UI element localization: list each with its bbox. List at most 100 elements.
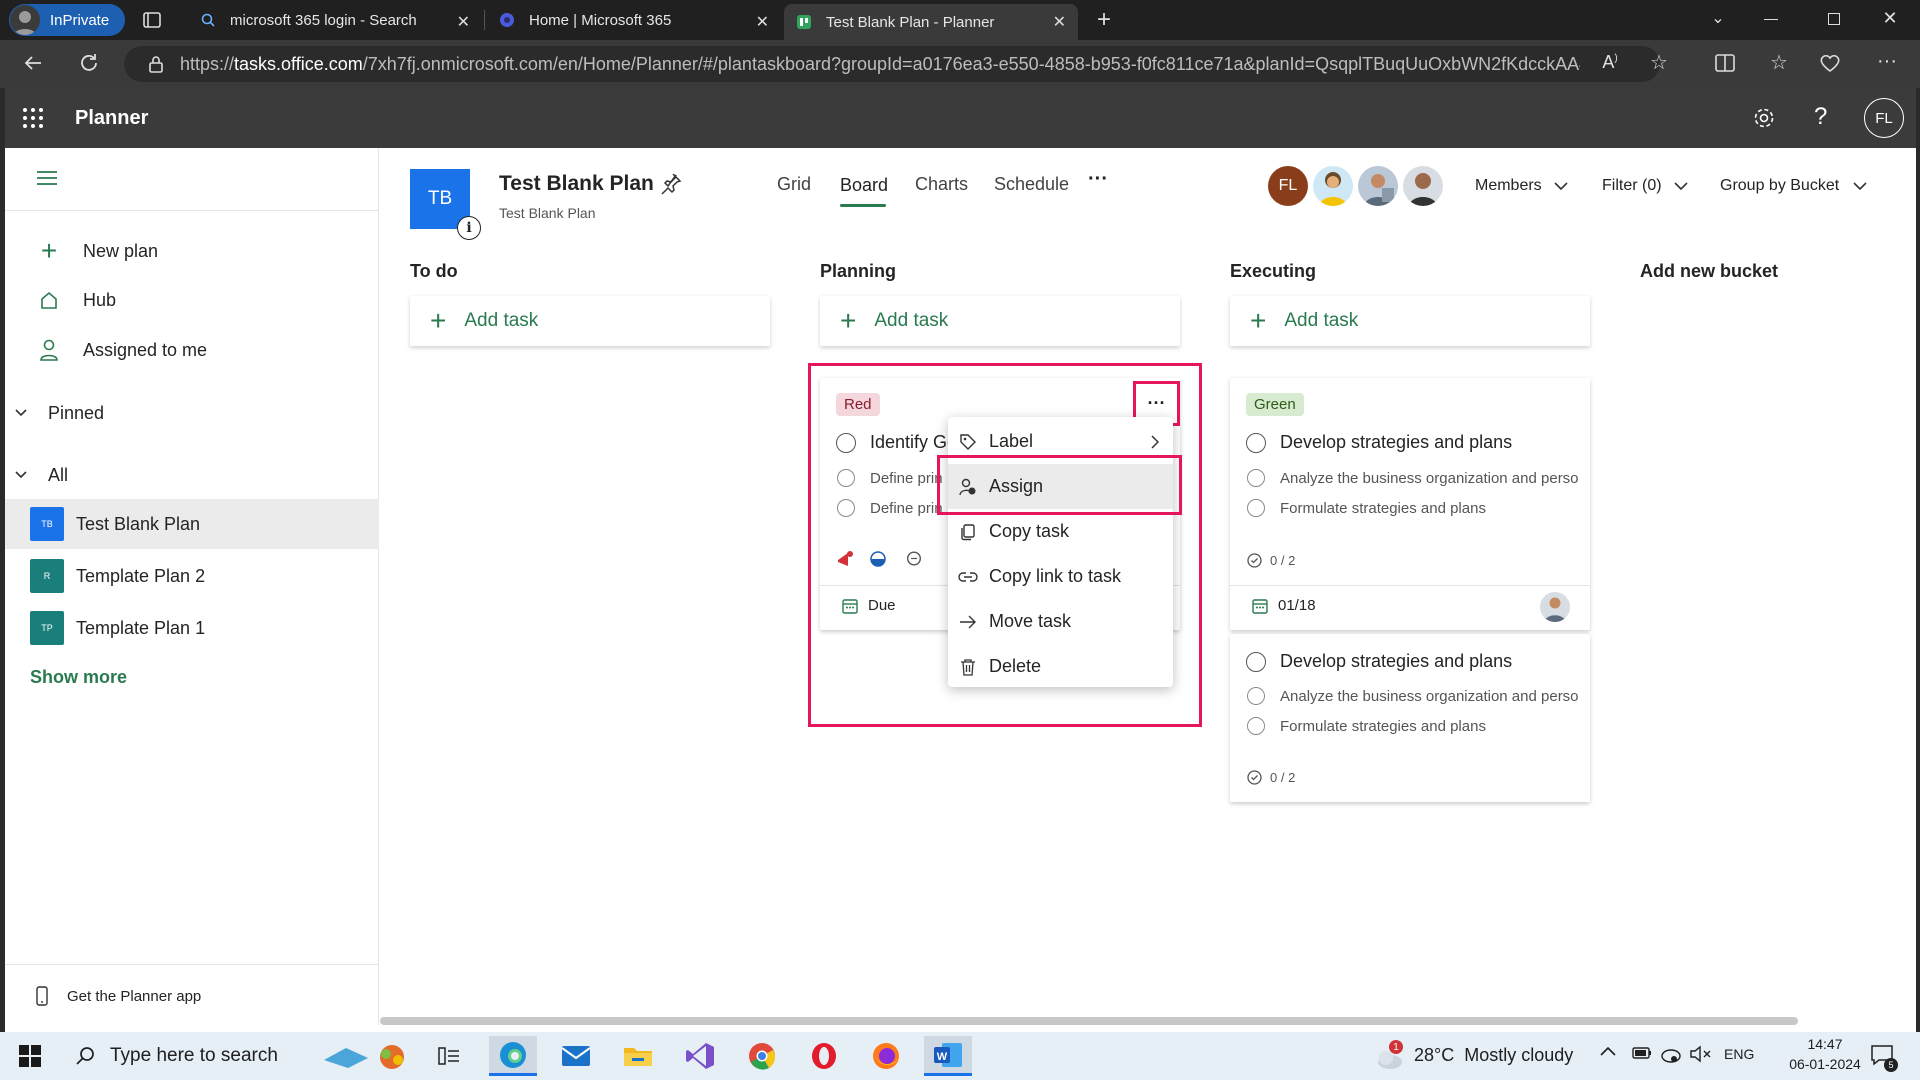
info-icon[interactable]: i xyxy=(457,216,481,240)
add-task-button[interactable]: + Add task xyxy=(1230,296,1590,346)
help-icon[interactable]: ? xyxy=(1814,103,1827,131)
chevron-down-icon[interactable]: ⌄ xyxy=(1706,8,1730,28)
pinned-section-header[interactable]: Pinned xyxy=(15,401,315,425)
firefox-taskbar-icon[interactable] xyxy=(862,1036,910,1076)
inprivate-badge[interactable]: InPrivate xyxy=(9,4,125,36)
pin-icon[interactable] xyxy=(660,172,682,196)
menu-item-copy-task[interactable]: Copy task xyxy=(948,509,1173,554)
settings-gear-icon[interactable] xyxy=(1752,106,1776,130)
file-explorer-taskbar-icon[interactable] xyxy=(614,1036,662,1076)
new-tab-icon[interactable]: + xyxy=(1092,6,1116,34)
minimize-icon[interactable] xyxy=(1764,19,1778,20)
add-task-button[interactable]: + Add task xyxy=(820,296,1180,346)
member-avatar[interactable] xyxy=(1313,166,1353,206)
board-horizontal-scrollbar[interactable] xyxy=(380,1017,1798,1025)
add-new-bucket[interactable]: Add new bucket xyxy=(1640,261,1778,282)
weather-text[interactable]: 28°C Mostly cloudy xyxy=(1414,1045,1573,1066)
get-planner-app-link[interactable]: Get the Planner app xyxy=(5,978,379,1014)
tab-m365[interactable]: Home | Microsoft 365 ✕ xyxy=(487,4,781,36)
bucket-title-todo[interactable]: To do xyxy=(410,261,458,282)
edge-taskbar-icon[interactable] xyxy=(489,1036,537,1076)
windows-start-icon[interactable] xyxy=(6,1036,54,1076)
visual-studio-taskbar-icon[interactable] xyxy=(676,1036,724,1076)
tab-actions-icon[interactable] xyxy=(142,10,162,30)
tab-planner[interactable]: Test Blank Plan - Planner ✕ xyxy=(784,4,1078,40)
tab-search[interactable]: microsoft 365 login - Search ✕ xyxy=(188,4,482,36)
members-dropdown[interactable]: Members xyxy=(1475,177,1568,195)
back-icon[interactable] xyxy=(22,52,46,74)
clock-date[interactable]: 06-01-2024 xyxy=(1780,1056,1870,1072)
group-by-dropdown[interactable]: Group by Bucket xyxy=(1720,177,1867,195)
split-screen-icon[interactable] xyxy=(1714,53,1736,73)
assignee-avatar[interactable] xyxy=(1540,592,1570,622)
close-window-icon[interactable]: ✕ xyxy=(1880,8,1900,29)
task-complete-checkbox[interactable] xyxy=(1246,433,1266,453)
subtask-checkbox[interactable] xyxy=(1247,717,1265,735)
nav-new-plan[interactable]: + New plan xyxy=(5,228,379,274)
menu-item-delete[interactable]: Delete xyxy=(948,644,1173,689)
user-avatar[interactable]: FL xyxy=(1864,98,1904,138)
volume-muted-icon[interactable] xyxy=(1690,1045,1711,1065)
nav-hub[interactable]: Hub xyxy=(5,277,379,323)
menu-item-text: Copy task xyxy=(989,521,1070,541)
subtask-checkbox[interactable] xyxy=(1247,687,1265,705)
all-section-header[interactable]: All xyxy=(15,463,315,487)
task-complete-checkbox[interactable] xyxy=(1246,652,1266,672)
clock-time[interactable]: 14:47 xyxy=(1780,1036,1870,1052)
tab-board[interactable]: Board xyxy=(840,175,888,196)
subtask-checkbox[interactable] xyxy=(1247,469,1265,487)
plan-subtitle: Test Blank Plan xyxy=(499,205,596,221)
more-views-button[interactable]: ··· xyxy=(1088,168,1108,191)
tab-grid[interactable]: Grid xyxy=(777,174,811,195)
menu-item-text: Move task xyxy=(989,611,1072,631)
plan-item-test-blank-plan[interactable]: TB Test Blank Plan xyxy=(5,499,379,549)
restore-icon[interactable] xyxy=(1828,13,1840,25)
plan-item-template-plan-2[interactable]: R Template Plan 2 xyxy=(5,551,379,601)
tab-schedule[interactable]: Schedule xyxy=(994,174,1069,195)
address-bar[interactable]: https://tasks.office.com/7xh7fj.onmicros… xyxy=(124,46,1660,82)
favorites-icon[interactable]: ☆ xyxy=(1766,50,1792,75)
word-taskbar-icon[interactable]: W xyxy=(924,1036,972,1076)
due-date: 01/18 xyxy=(1278,597,1316,614)
menu-item-copy-link[interactable]: Copy link to task xyxy=(948,554,1173,599)
close-tab-icon[interactable]: ✕ xyxy=(756,12,769,32)
bucket-title-planning[interactable]: Planning xyxy=(820,261,896,282)
show-more-link[interactable]: Show more xyxy=(30,667,127,688)
taskbar-search-placeholder: Type here to search xyxy=(110,1045,278,1066)
close-tab-icon[interactable]: ✕ xyxy=(1053,12,1066,32)
windows-taskbar: Type here to search W 1 28°C Mostly clou… xyxy=(0,1032,1920,1080)
network-icon[interactable] xyxy=(1660,1044,1682,1064)
mail-taskbar-icon[interactable] xyxy=(552,1036,600,1076)
bucket-title-executing[interactable]: Executing xyxy=(1230,261,1316,282)
app-launcher-icon[interactable] xyxy=(22,107,44,129)
task-card[interactable]: Green Develop strategies and plans Analy… xyxy=(1230,378,1590,630)
nav-assigned-to-me[interactable]: Assigned to me xyxy=(5,327,379,373)
close-tab-icon[interactable]: ✕ xyxy=(457,12,470,32)
member-avatar[interactable] xyxy=(1358,166,1398,206)
read-aloud-icon[interactable]: A) xyxy=(1596,52,1624,73)
favorite-star-icon[interactable]: ☆ xyxy=(1646,50,1672,75)
hamburger-menu-icon[interactable] xyxy=(37,170,61,190)
chrome-taskbar-icon[interactable] xyxy=(738,1036,786,1076)
subtask-checkbox[interactable] xyxy=(1247,499,1265,517)
menu-item-move-task[interactable]: Move task xyxy=(948,599,1173,644)
battery-icon[interactable] xyxy=(1632,1046,1652,1064)
add-task-button[interactable]: + Add task xyxy=(410,296,770,346)
refresh-icon[interactable] xyxy=(78,52,102,74)
members-label: Members xyxy=(1475,177,1542,194)
opera-taskbar-icon[interactable] xyxy=(800,1036,848,1076)
tab-charts[interactable]: Charts xyxy=(915,174,968,195)
member-avatar[interactable]: FL xyxy=(1268,166,1308,206)
settings-more-icon[interactable]: ··· xyxy=(1874,50,1900,73)
language-indicator[interactable]: ENG xyxy=(1724,1046,1754,1062)
member-avatar[interactable] xyxy=(1403,166,1443,206)
browser-tab-bar: InPrivate microsoft 365 login - Search ✕… xyxy=(0,0,1920,40)
subtask-text: Formulate strategies and plans xyxy=(1280,718,1486,735)
browser-essentials-icon[interactable] xyxy=(1818,53,1842,73)
task-card[interactable]: Develop strategies and plans Analyze the… xyxy=(1230,634,1590,802)
plan-item-template-plan-1[interactable]: TP Template Plan 1 xyxy=(5,603,379,653)
task-view-icon[interactable] xyxy=(425,1036,473,1076)
card-divider xyxy=(1230,585,1590,586)
filter-dropdown[interactable]: Filter (0) xyxy=(1602,177,1688,195)
chevron-up-icon[interactable] xyxy=(1600,1046,1618,1064)
